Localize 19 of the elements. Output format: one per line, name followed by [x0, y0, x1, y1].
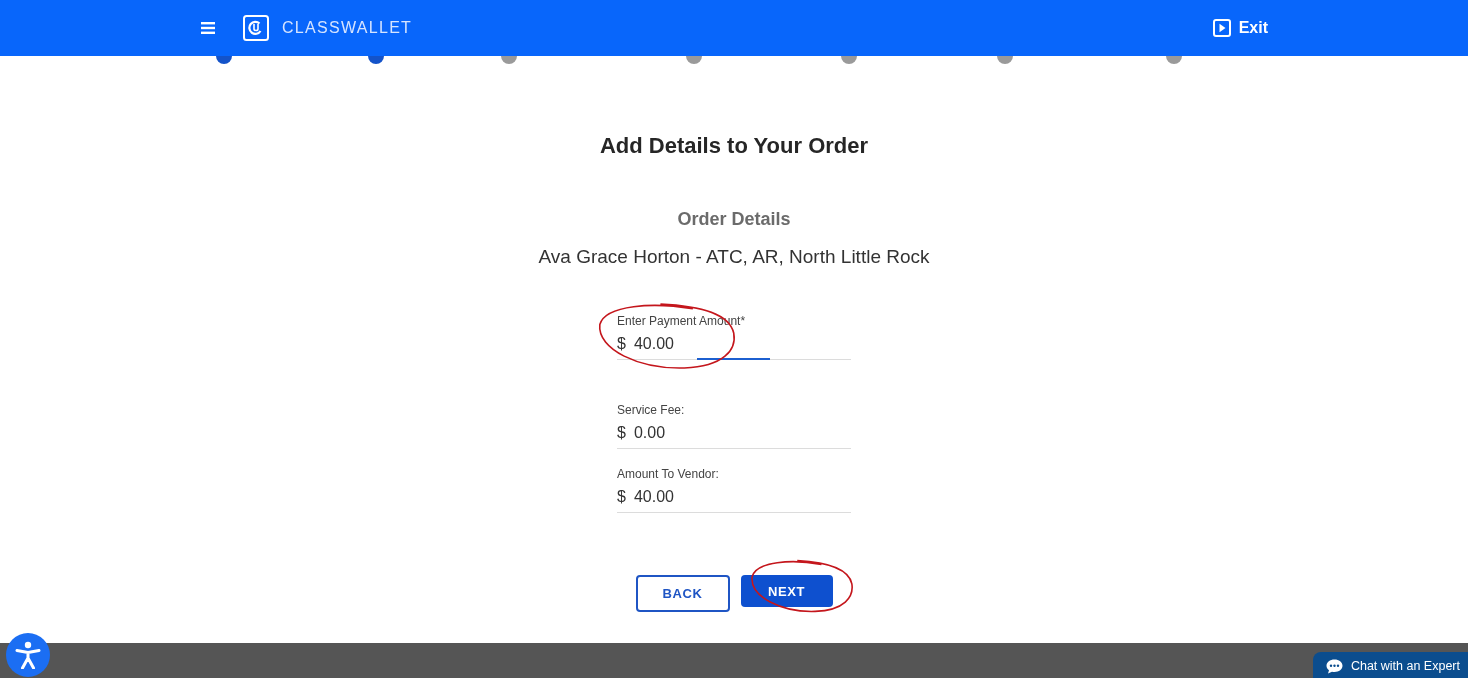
menu-icon[interactable] [201, 22, 215, 34]
order-name: Ava Grace Horton - ATC, AR, North Little Rock [538, 245, 930, 269]
page-title: Add Details to Your Order [599, 132, 869, 160]
chat-bubble-icon [1325, 659, 1343, 674]
accessibility-button[interactable] [6, 633, 50, 677]
play-square-icon [1212, 19, 1231, 37]
next-button[interactable]: NEXT [740, 575, 833, 607]
section-title: Order Details [677, 208, 791, 231]
amount-field[interactable]: $ 40.00 [617, 333, 851, 360]
amount-field[interactable]: $ 40.00 [617, 486, 851, 513]
logo-icon [243, 15, 269, 41]
back-button[interactable]: BACK [635, 575, 730, 612]
exit-button[interactable]: Exit [1212, 19, 1268, 37]
brand-name: CLASSWALLET [282, 19, 413, 37]
amount-field[interactable]: $ 0.00 [617, 422, 851, 449]
field-label: Service Fee: [617, 402, 686, 418]
person-icon [15, 641, 41, 669]
chat-button[interactable]: Chat with an Expert [1312, 652, 1468, 678]
field-label: Amount To Vendor: [617, 466, 720, 482]
